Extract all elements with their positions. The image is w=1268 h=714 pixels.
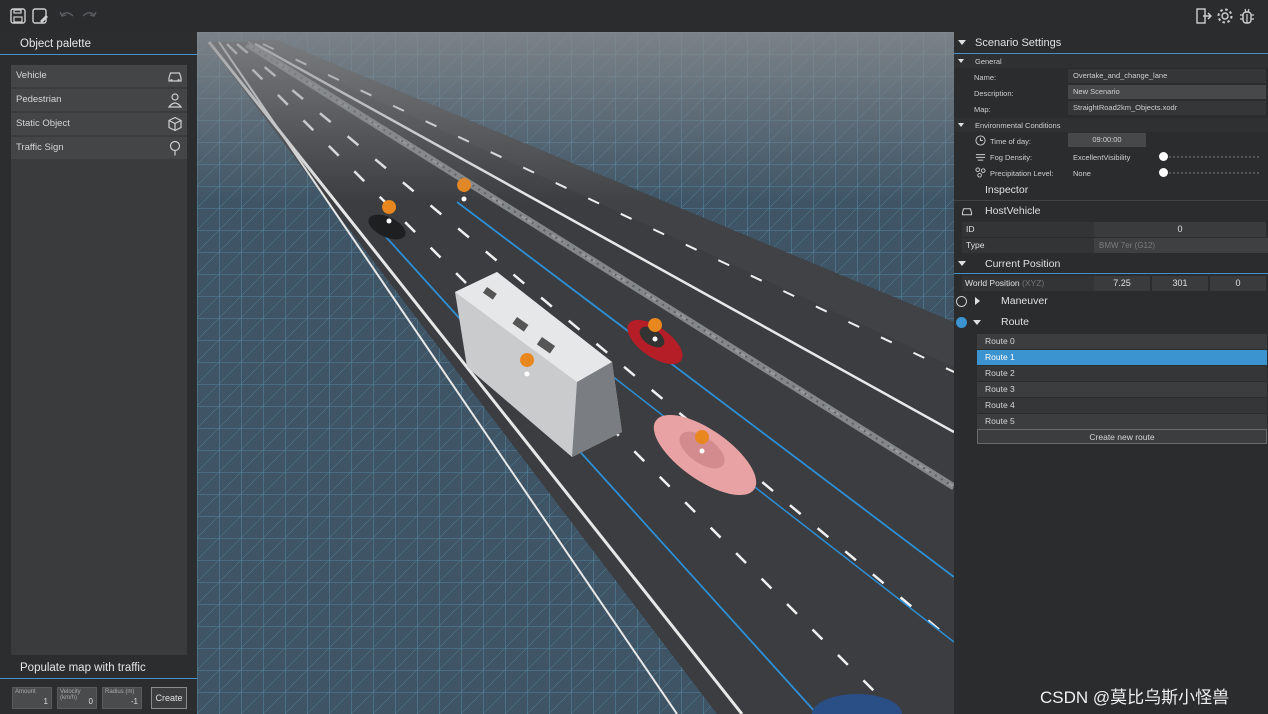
world-z[interactable]: 0: [1210, 276, 1266, 291]
scene-viewport[interactable]: [197, 32, 954, 714]
expand-maneuver-icon[interactable]: [975, 297, 980, 305]
undo-icon[interactable]: [58, 7, 76, 25]
rain-icon: [975, 167, 986, 178]
type-select[interactable]: BMW 7er (G12): [1094, 238, 1268, 253]
cube-icon: [168, 116, 182, 132]
general-header[interactable]: General: [954, 54, 1268, 68]
fog-slider-handle[interactable]: [1159, 152, 1168, 161]
scenario-name-row: Name: Overtake_and_change_lane: [954, 69, 1268, 85]
scenario-map-field[interactable]: StraightRoad2km_Objects.xodr: [1068, 101, 1266, 115]
car-icon: [961, 208, 973, 216]
toolbar: [0, 0, 1268, 32]
id-label: ID: [962, 222, 1096, 237]
collapse-position-icon[interactable]: [958, 261, 966, 266]
type-label: Type: [962, 238, 1096, 253]
collapse-scenario-icon[interactable]: [958, 40, 966, 45]
watermark: CSDN @莫比乌斯小怪兽: [1040, 688, 1230, 707]
route-item-4[interactable]: Route 4: [977, 398, 1267, 413]
amount-field[interactable]: Amount 1: [12, 687, 52, 709]
fog-slider-track[interactable]: [1164, 156, 1259, 159]
precipitation-slider-track[interactable]: [1164, 172, 1259, 175]
route-radio[interactable]: [956, 317, 967, 328]
object-palette-panel: Object palette Vehicle Pedestrian Static…: [0, 32, 197, 714]
properties-panel: Scenario Settings General Name: Overtake…: [954, 32, 1268, 714]
clock-icon: [975, 135, 986, 146]
inspector-object-name: HostVehicle: [985, 205, 1041, 217]
scene-canvas[interactable]: [197, 32, 954, 714]
route-item-1[interactable]: Route 1: [977, 350, 1267, 365]
export-icon[interactable]: [1195, 7, 1213, 25]
car-icon: [168, 72, 182, 82]
palette-item-static-object[interactable]: Static Object: [11, 113, 187, 135]
traffic-underline: [0, 678, 197, 679]
collapse-route-icon[interactable]: [973, 320, 981, 325]
palette-item-pedestrian[interactable]: Pedestrian: [11, 89, 187, 111]
world-x[interactable]: 7.25: [1094, 276, 1150, 291]
palette-item-traffic-sign[interactable]: Traffic Sign: [11, 137, 187, 159]
person-icon: [167, 93, 183, 108]
velocity-field[interactable]: Velocity (km/h) 0: [57, 687, 97, 709]
world-y[interactable]: 301: [1152, 276, 1208, 291]
save-icon[interactable]: [9, 7, 27, 25]
route-label: Route: [1001, 316, 1030, 328]
palette-list: Vehicle Pedestrian Static Object Traffic…: [11, 65, 187, 655]
scenario-description-field[interactable]: New Scenario: [1068, 85, 1266, 99]
gear-icon[interactable]: [1216, 7, 1234, 25]
scenario-description-row: Description: New Scenario: [954, 85, 1268, 101]
save-as-icon[interactable]: [31, 7, 49, 25]
time-of-day-row: Time of day: 09:00:00: [954, 133, 1268, 149]
id-value[interactable]: 0: [1094, 222, 1266, 237]
route-item-3[interactable]: Route 3: [977, 382, 1267, 397]
route-item-5[interactable]: Route 5: [977, 414, 1267, 429]
precipitation-slider-handle[interactable]: [1159, 168, 1168, 177]
inspector-title: Inspector: [985, 184, 1029, 196]
route-item-2[interactable]: Route 2: [977, 366, 1267, 381]
palette-item-vehicle[interactable]: Vehicle: [11, 65, 187, 87]
fog-icon: [975, 154, 986, 161]
create-traffic-button[interactable]: Create: [151, 687, 187, 709]
create-route-button[interactable]: Create new route: [977, 429, 1267, 444]
scenario-map-row: Map: StraightRoad2km_Objects.xodr: [954, 101, 1268, 117]
pin-icon: [169, 140, 181, 156]
env-header[interactable]: Environmental Conditions: [954, 118, 1268, 132]
scenario-title: Scenario Settings: [975, 37, 1062, 49]
palette-title: Object palette: [20, 38, 91, 50]
maneuver-radio[interactable]: [956, 296, 967, 307]
bug-icon[interactable]: [1238, 7, 1256, 25]
position-title: Current Position: [985, 258, 1061, 270]
fog-row: Fog Density: ExcellentVisibility: [954, 149, 1268, 165]
traffic-title: Populate map with traffic: [20, 662, 146, 674]
maneuver-label: Maneuver: [1001, 295, 1048, 307]
precipitation-row: Precipitation Level: None: [954, 165, 1268, 181]
world-position-label: World Position (XYZ): [962, 276, 1095, 291]
redo-icon[interactable]: [80, 7, 98, 25]
time-of-day-field[interactable]: 09:00:00: [1068, 133, 1146, 147]
radius-field[interactable]: Radius (m) -1: [102, 687, 142, 709]
route-item-0[interactable]: Route 0: [977, 334, 1267, 349]
scenario-name-field[interactable]: Overtake_and_change_lane: [1068, 69, 1266, 83]
palette-underline: [0, 54, 197, 55]
